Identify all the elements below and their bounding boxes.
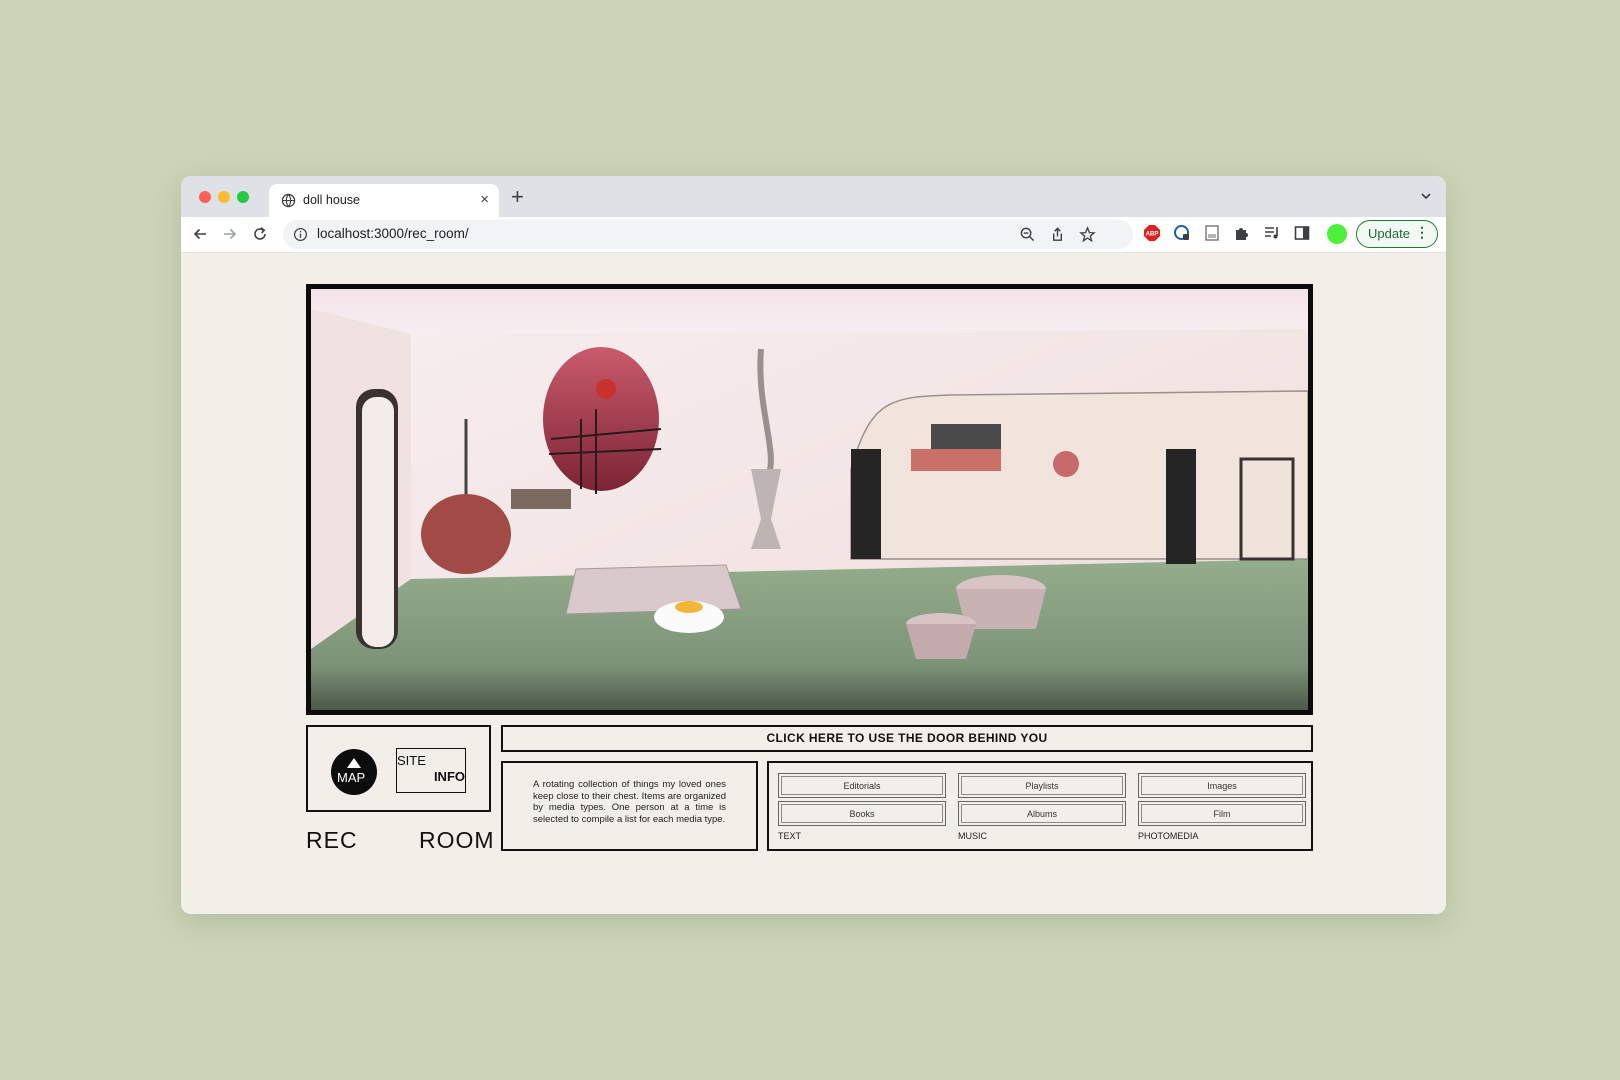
media-category-label: PHOTOMEDIA	[1138, 831, 1199, 841]
media-queue-icon[interactable]	[1263, 224, 1281, 242]
zoom-icon[interactable]	[1019, 226, 1036, 243]
close-window-button[interactable]	[199, 191, 211, 203]
description-panel: A rotating collection of things my loved…	[501, 761, 758, 851]
chevron-down-icon[interactable]	[1418, 188, 1434, 204]
side-panel-icon[interactable]	[1293, 224, 1311, 242]
info-label: INFO	[433, 769, 465, 784]
address-bar[interactable]: localhost:3000/rec_room/	[283, 220, 1133, 249]
map-button[interactable]: MAP	[331, 749, 377, 795]
room-title-left: REC	[306, 827, 358, 853]
puzzle-extensions-icon[interactable]	[1233, 224, 1251, 242]
site-label: SITE	[397, 753, 426, 768]
media-group-photomedia: Images Film PHOTOMEDIA	[1138, 773, 1308, 845]
profile-avatar[interactable]	[1327, 224, 1347, 244]
update-button[interactable]: Update ⋮	[1356, 220, 1438, 248]
browser-window: doll house × + localhost:3000/rec_room/	[181, 176, 1446, 914]
share-icon[interactable]	[1049, 226, 1066, 243]
new-tab-button[interactable]: +	[511, 184, 524, 210]
site-info-button[interactable]: SITE INFO	[396, 748, 466, 793]
arrow-up-icon	[347, 758, 361, 768]
playlists-button[interactable]: Playlists	[958, 773, 1126, 798]
room-title-right: ROOM	[419, 827, 495, 853]
minimize-window-button[interactable]	[218, 191, 230, 203]
close-tab-icon[interactable]: ×	[480, 191, 489, 208]
media-group-text: Editorials Books TEXT	[778, 773, 948, 845]
page-content: MAP SITE INFO REC ROOM CLICK HERE TO USE…	[181, 253, 1446, 914]
svg-text:ABP: ABP	[1146, 232, 1159, 238]
globe-icon	[281, 193, 296, 208]
media-category-label: TEXT	[778, 831, 802, 841]
albums-button[interactable]: Albums	[958, 801, 1126, 826]
browser-tab[interactable]: doll house ×	[269, 184, 499, 217]
door-cta-button[interactable]: CLICK HERE TO USE THE DOOR BEHIND YOU	[501, 725, 1313, 752]
media-category-label: MUSIC	[958, 831, 987, 841]
media-panel: Editorials Books TEXT Playlists Albums M…	[767, 761, 1313, 851]
rec-room-scene[interactable]	[306, 284, 1313, 715]
tab-title: doll house	[303, 193, 360, 207]
reload-icon[interactable]	[251, 225, 269, 243]
browser-toolbar: localhost:3000/rec_room/ ABP Update ⋮	[181, 217, 1446, 253]
password-manager-icon[interactable]	[1173, 224, 1191, 242]
info-icon[interactable]	[293, 227, 308, 242]
reader-icon[interactable]	[1203, 224, 1221, 242]
images-button[interactable]: Images	[1138, 773, 1306, 798]
tab-strip: doll house × +	[181, 176, 1446, 217]
media-group-music: Playlists Albums MUSIC	[958, 773, 1128, 845]
editorials-button[interactable]: Editorials	[778, 773, 946, 798]
forward-arrow-icon[interactable]	[221, 225, 239, 243]
star-icon[interactable]	[1079, 226, 1096, 243]
room-illustration	[311, 289, 1308, 710]
url-text[interactable]: localhost:3000/rec_room/	[317, 226, 469, 241]
film-button[interactable]: Film	[1138, 801, 1306, 826]
back-arrow-icon[interactable]	[191, 225, 209, 243]
zoom-window-button[interactable]	[237, 191, 249, 203]
adblock-icon[interactable]: ABP	[1143, 224, 1161, 242]
menu-dots-icon[interactable]: ⋮	[1415, 224, 1429, 241]
map-label: MAP	[337, 770, 366, 785]
room-description: A rotating collection of things my loved…	[533, 779, 726, 825]
update-label: Update	[1368, 226, 1410, 241]
map-panel: MAP SITE INFO	[306, 725, 491, 812]
books-button[interactable]: Books	[778, 801, 946, 826]
